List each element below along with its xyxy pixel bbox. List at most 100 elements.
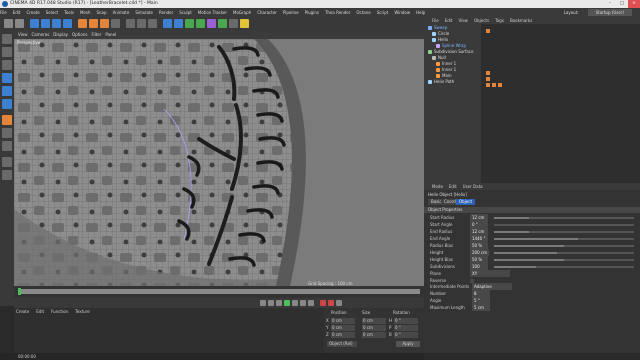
floor-icon[interactable] (218, 19, 227, 28)
viewport-menu-panel[interactable]: Panel (105, 32, 116, 37)
tweak-mode-icon[interactable] (2, 128, 12, 138)
locked-workplane-icon[interactable] (2, 170, 12, 180)
position-x-field[interactable]: 0 cm (331, 318, 355, 324)
current-frame-marker[interactable] (18, 288, 21, 295)
attr-menu-edit[interactable]: Edit (449, 184, 457, 189)
move-icon[interactable] (41, 19, 50, 28)
menu-thea-render[interactable]: Thea Render (325, 10, 350, 15)
property-value-field[interactable]: 12 cm (470, 228, 488, 235)
keyframe-selection-icon[interactable] (336, 300, 342, 306)
maximize-button[interactable]: □ (616, 0, 628, 8)
timeline-ruler[interactable] (18, 289, 420, 294)
menu-character[interactable]: Character (257, 10, 277, 15)
rotation-p-field[interactable]: 0 ° (394, 325, 418, 331)
menu-motion-tracker[interactable]: Motion Tracker (198, 10, 227, 15)
property-value-field[interactable]: 1440 ° (470, 235, 488, 242)
texture-mode-icon[interactable] (2, 60, 12, 70)
cube-icon[interactable] (163, 19, 172, 28)
material-menu-edit[interactable]: Edit (36, 309, 44, 314)
menu-create[interactable]: Create (26, 10, 39, 15)
make-editable-icon[interactable] (2, 34, 12, 44)
viewport-menu-options[interactable]: Options (72, 32, 87, 37)
om-menu-view[interactable]: View (458, 18, 468, 23)
subdivision-icon[interactable] (185, 19, 194, 28)
menu-tools[interactable]: Tools (64, 10, 74, 15)
viewport-menu-display[interactable]: Display (53, 32, 68, 37)
model-mode-icon[interactable] (2, 47, 12, 57)
property-slider[interactable] (494, 216, 634, 219)
previous-key-icon[interactable] (268, 300, 274, 306)
om-menu-file[interactable]: File (432, 18, 439, 23)
viewport-menu-view[interactable]: View (18, 32, 28, 37)
viewport-menu-filter[interactable]: Filter (91, 32, 101, 37)
om-menu-bookmarks[interactable]: Bookmarks (510, 18, 532, 23)
property-value-field[interactable]: 200 cm (470, 249, 490, 256)
play-icon[interactable] (284, 300, 290, 306)
menu-edit[interactable]: Edit (13, 10, 21, 15)
menu-octane[interactable]: Octane (356, 10, 370, 15)
property-value-field[interactable]: 50 % (470, 256, 488, 263)
render-settings-icon[interactable] (148, 19, 157, 28)
render-picture-viewer-icon[interactable] (137, 19, 146, 28)
material-tag-icon[interactable] (492, 83, 496, 87)
material-menu-texture[interactable]: Texture (75, 309, 90, 314)
size-x-field[interactable]: 0 cm (362, 318, 386, 324)
axis-mode-icon[interactable] (2, 115, 12, 125)
rotation-h-field[interactable]: 0 ° (394, 318, 418, 324)
property-slider[interactable] (494, 223, 634, 226)
x-axis-icon[interactable] (78, 19, 87, 28)
property-slider[interactable] (494, 237, 634, 240)
rotate-icon[interactable] (63, 19, 72, 28)
next-frame-icon[interactable] (292, 300, 298, 306)
menu-mesh[interactable]: Mesh (80, 10, 91, 15)
property-value-field[interactable]: 12 cm (470, 214, 488, 221)
tab-object[interactable]: Object (456, 199, 476, 205)
menu-pipeline[interactable]: Pipeline (283, 10, 299, 15)
light-icon[interactable] (240, 19, 249, 28)
property-value-field[interactable]: 100 (470, 263, 488, 270)
z-axis-icon[interactable] (100, 19, 109, 28)
menu-simulate[interactable]: Simulate (135, 10, 153, 15)
size-z-field[interactable]: 0 cm (362, 332, 386, 338)
position-z-field[interactable]: 0 cm (331, 332, 355, 338)
material-menu-create[interactable]: Create (16, 309, 29, 314)
viewport[interactable] (14, 39, 424, 286)
deformer-icon[interactable] (207, 19, 216, 28)
go-to-start-icon[interactable] (260, 300, 266, 306)
record-icon[interactable] (320, 300, 326, 306)
redo-icon[interactable] (15, 19, 24, 28)
phong-tag-icon[interactable] (486, 83, 490, 87)
attr-menu-user-data[interactable]: User Data (463, 184, 483, 189)
coordinate-system-icon[interactable] (111, 19, 120, 28)
menu-mograph[interactable]: MoGraph (233, 10, 251, 15)
property-value-field[interactable]: 8 (472, 290, 490, 297)
menu-help[interactable]: Help (416, 10, 425, 15)
snap-icon[interactable] (2, 141, 12, 151)
previous-frame-icon[interactable] (276, 300, 282, 306)
om-menu-tags[interactable]: Tags (495, 18, 504, 23)
points-mode-icon[interactable] (2, 73, 12, 83)
property-slider[interactable] (494, 244, 634, 247)
render-view-icon[interactable] (126, 19, 135, 28)
undo-icon[interactable] (4, 19, 13, 28)
layout-selector[interactable]: Layout: Startup (User) (564, 9, 632, 16)
camera-icon[interactable] (229, 19, 238, 28)
close-button[interactable]: × (628, 0, 640, 8)
phong-tag-icon[interactable] (486, 71, 490, 75)
array-icon[interactable] (196, 19, 205, 28)
menu-select[interactable]: Select (46, 10, 58, 15)
minimize-button[interactable]: – (604, 0, 616, 8)
polygons-mode-icon[interactable] (2, 99, 12, 109)
menu-render[interactable]: Render (159, 10, 173, 15)
property-slider[interactable] (494, 230, 634, 233)
property-slider[interactable] (494, 258, 634, 261)
go-to-end-icon[interactable] (308, 300, 314, 306)
coordinate-mode-dropdown[interactable]: Object (Rel) (327, 341, 357, 347)
edges-mode-icon[interactable] (2, 86, 12, 96)
size-y-field[interactable]: 0 cm (362, 325, 386, 331)
autokey-icon[interactable] (328, 300, 334, 306)
workplane-icon[interactable] (2, 157, 12, 167)
rotation-b-field[interactable]: 0 ° (394, 332, 418, 338)
scale-icon[interactable] (52, 19, 61, 28)
om-menu-objects[interactable]: Objects (474, 18, 489, 23)
